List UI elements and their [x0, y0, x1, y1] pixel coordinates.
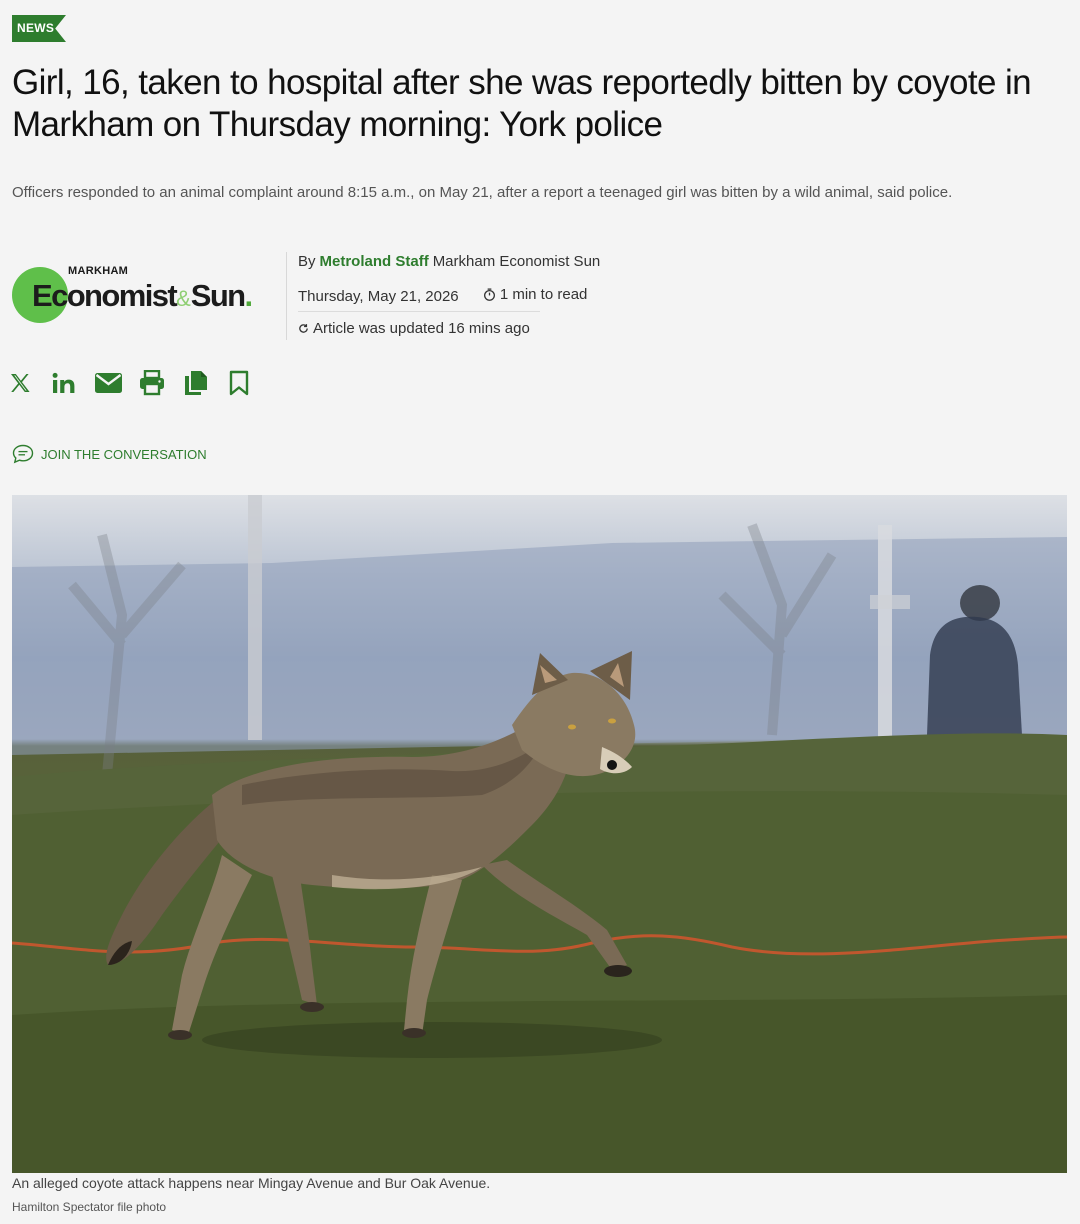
logo-name-part1: Economist — [32, 278, 178, 313]
share-linkedin-button[interactable] — [51, 369, 77, 397]
article-page: NEWS Girl, 16, taken to hospital after s… — [0, 0, 1080, 1224]
logo-ampersand: & — [176, 286, 191, 311]
meta-divider — [286, 252, 287, 340]
logo-dot: . — [244, 278, 254, 313]
article-photo[interactable] — [12, 495, 1067, 1173]
refresh-icon — [299, 324, 308, 333]
photo-caption: An alleged coyote attack happens near Mi… — [12, 1175, 491, 1191]
share-x-button[interactable] — [8, 369, 32, 397]
author-link[interactable]: Metroland Staff — [320, 253, 429, 270]
publication-logo[interactable]: MARKHAM Economist&Sun. — [12, 262, 280, 326]
timer-icon — [483, 288, 495, 301]
byline-outlet: Markham Economist Sun — [432, 253, 601, 270]
section-tag[interactable]: NEWS — [12, 15, 66, 42]
x-icon — [11, 374, 30, 392]
meta-hdivider — [298, 311, 540, 312]
logo-small-label: MARKHAM — [68, 265, 129, 277]
join-conversation-label: JOIN THE CONVERSATION — [41, 446, 207, 462]
print-icon — [139, 370, 164, 396]
logo-wordmark: Economist&Sun. — [32, 278, 254, 314]
read-time-label: 1 min to read — [499, 286, 588, 303]
publish-date: Thursday, May 21, 2026 — [298, 288, 459, 305]
email-icon — [94, 373, 122, 393]
comment-icon — [12, 444, 34, 464]
share-copy-button[interactable] — [183, 369, 208, 397]
photo-credit: Hamilton Spectator file photo — [12, 1200, 167, 1214]
publish-info: Thursday, May 21, 2026 1 min to read — [298, 286, 587, 305]
logo-name-part2: Sun — [190, 278, 246, 313]
copy-icon — [184, 371, 207, 395]
updated-info: Article was updated 16 mins ago — [298, 320, 530, 337]
byline: By Metroland Staff Markham Economist Sun — [298, 253, 600, 270]
share-print-button[interactable] — [138, 369, 165, 397]
bookmark-icon — [229, 370, 249, 396]
share-email-button[interactable] — [94, 369, 122, 397]
byline-prefix: By — [298, 253, 316, 270]
subheadline: Officers responded to an animal complain… — [12, 184, 953, 201]
updated-label: Article was updated 16 mins ago — [313, 320, 530, 337]
bookmark-button[interactable] — [228, 369, 250, 397]
coyote-photo-illustration — [12, 495, 1067, 1173]
join-conversation-link[interactable]: JOIN THE CONVERSATION — [12, 443, 207, 465]
linkedin-icon — [52, 372, 75, 393]
read-time: 1 min to read — [483, 286, 588, 303]
headline: Girl, 16, taken to hospital after she wa… — [12, 63, 1032, 144]
